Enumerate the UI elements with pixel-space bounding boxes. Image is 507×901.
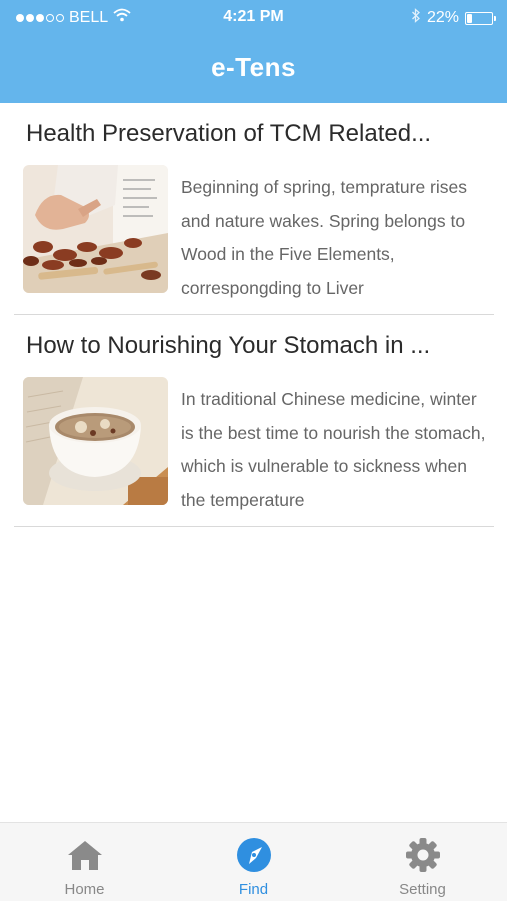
- tab-find[interactable]: Find: [169, 823, 338, 901]
- status-bar: BELL 4:21 PM 22%: [0, 0, 507, 34]
- gear-icon[interactable]: [404, 837, 442, 873]
- tab-label: Setting: [399, 881, 446, 898]
- compass-icon[interactable]: [235, 837, 273, 873]
- soup-bowl-image[interactable]: [23, 377, 168, 505]
- article-title[interactable]: How to Nourishing Your Stomach in ...: [26, 332, 491, 360]
- battery-percent: 22%: [426, 9, 459, 26]
- article-list: Health Preservation of TCM Related... Be…: [0, 103, 507, 527]
- app-header: BELL 4:21 PM 22% e-Tens: [0, 0, 507, 103]
- home-icon[interactable]: [66, 837, 104, 873]
- bluetooth-icon: [411, 8, 421, 28]
- article-item[interactable]: Health Preservation of TCM Related... Be…: [14, 103, 494, 315]
- page-title: e-Tens: [211, 52, 296, 82]
- status-right: 22%: [411, 8, 496, 28]
- tab-bar: Home Find Setting: [0, 822, 507, 901]
- battery-icon: [465, 11, 496, 25]
- herbal-medicine-image[interactable]: [23, 165, 168, 293]
- article-item[interactable]: How to Nourishing Your Stomach in ... In…: [14, 315, 494, 527]
- battery-tip: [494, 15, 496, 21]
- article-excerpt: Beginning of spring, temprature rises an…: [181, 177, 467, 298]
- tab-label: Home: [64, 881, 105, 898]
- tab-setting[interactable]: Setting: [338, 823, 507, 901]
- tab-home[interactable]: Home: [0, 823, 169, 901]
- battery-fill: [467, 13, 472, 23]
- tab-label: Find: [238, 881, 269, 898]
- article-excerpt: In traditional Chinese medicine, winter …: [181, 389, 486, 510]
- article-title[interactable]: Health Preservation of TCM Related...: [26, 120, 491, 148]
